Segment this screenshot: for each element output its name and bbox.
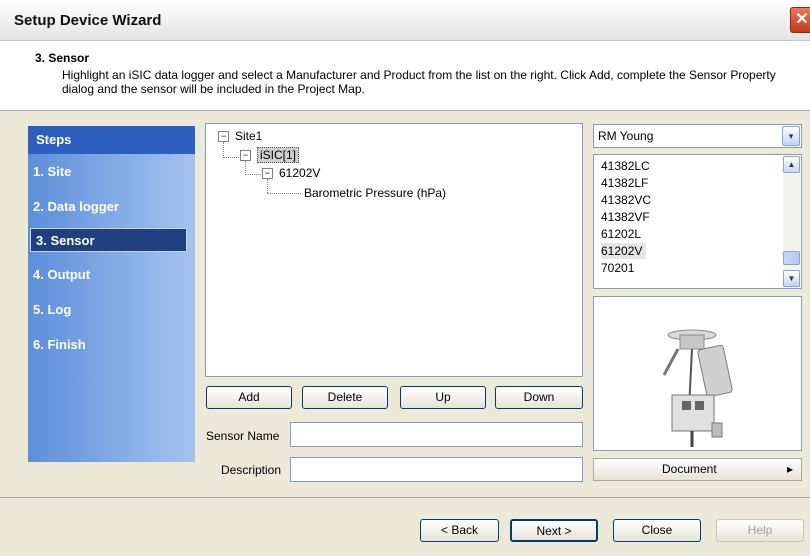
scroll-up-icon[interactable]: ▲	[783, 156, 800, 173]
product-list-scrollbar[interactable]: ▲ ▼	[783, 156, 800, 287]
tree-connector	[223, 157, 241, 158]
page-description: Highlight an iSIC data logger and select…	[62, 68, 776, 96]
step-sensor[interactable]: 3. Sensor	[30, 228, 187, 252]
description-label: Description	[221, 463, 282, 477]
tree-label-site: Site1	[235, 129, 263, 143]
arrow-right-icon: ▸	[786, 462, 793, 476]
tree-connector	[245, 161, 246, 175]
tree-node-measurement[interactable]: Barometric Pressure (hPa)	[304, 186, 446, 200]
list-item[interactable]: 70201	[601, 260, 634, 276]
down-button[interactable]: Down	[495, 386, 583, 409]
collapse-icon[interactable]: −	[218, 131, 229, 143]
back-button[interactable]: < Back	[420, 519, 499, 542]
scroll-down-icon[interactable]: ▼	[783, 270, 800, 287]
tree-label-logger: iSIC[1]	[257, 147, 300, 163]
list-item-selected[interactable]: 61202V	[601, 243, 647, 259]
close-window-button[interactable]: ✕	[790, 7, 810, 33]
sensor-name-field[interactable]	[290, 422, 583, 447]
page-title: 3. Sensor	[35, 51, 90, 65]
help-button[interactable]: Help	[716, 519, 804, 542]
list-item[interactable]: 41382VF	[601, 209, 650, 225]
delete-button[interactable]: Delete	[302, 386, 388, 409]
sensor-name-label: Sensor Name	[206, 429, 280, 443]
description-field[interactable]	[290, 457, 583, 482]
document-button[interactable]: Document ▸	[593, 458, 802, 481]
window-title: Setup Device Wizard	[14, 12, 162, 29]
step-log[interactable]: 5. Log	[28, 298, 195, 322]
product-image-box	[593, 296, 802, 451]
step-data-logger[interactable]: 2. Data logger	[28, 195, 195, 219]
list-item[interactable]: 41382LC	[601, 158, 650, 174]
tree-connector	[245, 174, 263, 175]
collapse-icon[interactable]: −	[240, 150, 251, 162]
add-button[interactable]: Add	[206, 386, 292, 409]
manufacturer-value: RM Young	[598, 129, 654, 143]
tree-node-logger[interactable]: − iSIC[1]	[240, 147, 300, 163]
step-site[interactable]: 1. Site	[28, 160, 195, 184]
tree-connector	[267, 193, 301, 194]
tree-label-sensor: 61202V	[279, 166, 321, 180]
sensor-device-image	[662, 329, 733, 447]
steps-heading: Steps	[28, 126, 195, 154]
close-icon: ✕	[795, 11, 809, 28]
title-bar: Setup Device Wizard ✕	[0, 0, 810, 41]
tree-node-sensor[interactable]: −61202V	[262, 166, 320, 180]
scroll-thumb[interactable]	[783, 251, 800, 265]
footer-divider	[0, 497, 810, 498]
step-output[interactable]: 4. Output	[28, 263, 195, 287]
tree-connector	[267, 179, 268, 193]
list-item[interactable]: 41382LF	[601, 175, 648, 191]
list-item[interactable]: 61202L	[601, 226, 641, 242]
close-button[interactable]: Close	[613, 519, 701, 542]
steps-panel: Steps 1. Site 2. Data logger 3. Sensor 4…	[28, 126, 195, 462]
project-tree[interactable]: − Site1 − iSIC[1] −61202V Barometric Press…	[205, 123, 583, 377]
list-item[interactable]: 41382VC	[601, 192, 651, 208]
step-finish[interactable]: 6. Finish	[28, 333, 195, 357]
tree-node-site[interactable]: − Site1	[218, 129, 262, 143]
wizard-header: 3. Sensor Highlight an iSIC data logger …	[0, 41, 810, 111]
next-button[interactable]: Next >	[510, 519, 598, 542]
product-list[interactable]: 41382LC 41382LF 41382VC 41382VF 61202L 6…	[593, 154, 802, 289]
chevron-down-icon[interactable]: ▾	[782, 126, 800, 146]
tree-connector	[223, 142, 224, 158]
collapse-icon[interactable]: −	[262, 168, 273, 180]
up-button[interactable]: Up	[400, 386, 486, 409]
manufacturer-select[interactable]: RM Young ▾	[593, 124, 802, 148]
